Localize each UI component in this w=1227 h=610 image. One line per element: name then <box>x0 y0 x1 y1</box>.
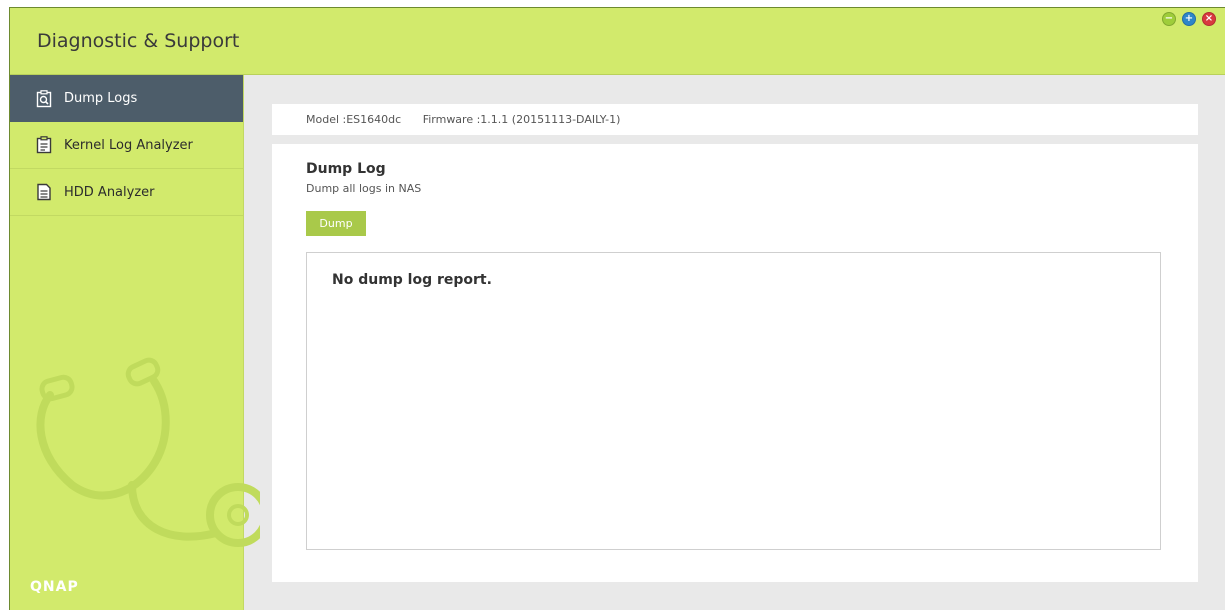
qnap-logo: QNAP <box>30 579 79 595</box>
window-controls: − + × <box>1162 12 1216 26</box>
clipboard-icon <box>36 136 52 154</box>
sidebar-item-kernel-log-analyzer[interactable]: Kernel Log Analyzer <box>10 122 243 169</box>
model-label: Model :ES1640dc <box>306 113 402 126</box>
sidebar-item-label: HDD Analyzer <box>64 184 155 200</box>
minimize-icon[interactable]: − <box>1162 12 1176 26</box>
panel-subtitle: Dump all logs in NAS <box>306 182 422 195</box>
report-box: No dump log report. <box>306 252 1161 550</box>
app-title: Diagnostic & Support <box>37 30 240 52</box>
maximize-icon[interactable]: + <box>1182 12 1196 26</box>
report-message: No dump log report. <box>332 272 492 288</box>
sidebar: Dump Logs Kernel Log Analyzer HDD Analyz… <box>10 75 260 610</box>
panel-title: Dump Log <box>306 161 386 177</box>
sidebar-item-hdd-analyzer[interactable]: HDD Analyzer <box>10 169 243 216</box>
title-bar: Diagnostic & Support − + × <box>10 8 1225 75</box>
sidebar-item-label: Dump Logs <box>64 91 138 106</box>
dump-log-panel: Dump Log Dump all logs in NAS Dump No du… <box>272 144 1198 582</box>
document-icon <box>37 183 51 201</box>
device-info-bar: Model :ES1640dc Firmware :1.1.1 (2015111… <box>272 104 1198 135</box>
app-window: Diagnostic & Support − + × Dump Logs Ker… <box>9 7 1225 610</box>
dump-logs-icon <box>36 89 52 107</box>
close-icon[interactable]: × <box>1202 12 1216 26</box>
firmware-label: Firmware :1.1.1 (20151113-DAILY-1) <box>422 113 621 126</box>
sidebar-item-label: Kernel Log Analyzer <box>64 137 193 153</box>
sidebar-item-dump-logs[interactable]: Dump Logs <box>10 75 243 122</box>
stethoscope-icon <box>36 357 260 547</box>
dump-button[interactable]: Dump <box>306 211 366 236</box>
